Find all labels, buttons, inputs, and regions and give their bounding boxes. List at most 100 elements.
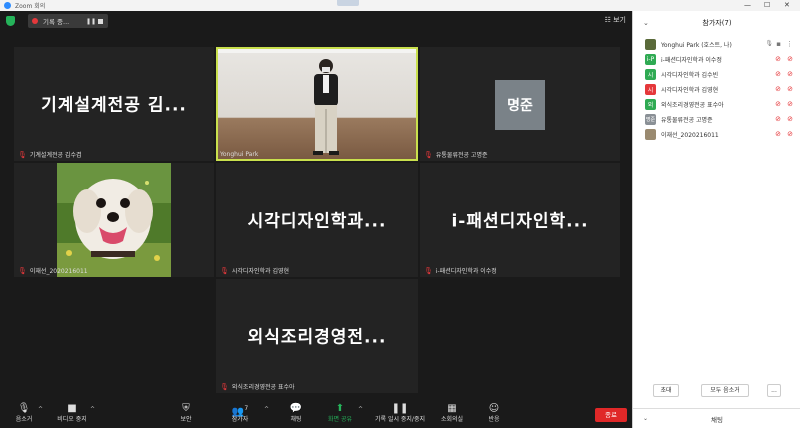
mic-muted-icon: 🎙	[424, 150, 433, 159]
dog-photo	[57, 163, 171, 277]
participant-name: 유통물류전공 고명준	[661, 117, 713, 124]
chat-bubble-icon: 💬	[289, 403, 303, 414]
participant-name-display: i-패션디자인학...	[451, 211, 589, 232]
video-camera-icon: ■	[67, 403, 77, 414]
smiley-icon: ☺	[488, 403, 500, 414]
maximize-button[interactable]: ☐	[764, 1, 770, 9]
record-label: 기록 일시 중지/중지	[375, 416, 425, 423]
tile-label-text: Yonghui Park	[220, 151, 259, 158]
zoom-logo-icon	[4, 2, 11, 9]
mic-muted-icon: 🎙	[18, 150, 27, 159]
share-indicator-tab[interactable]	[337, 0, 359, 6]
microphone-icon[interactable]: 🎙	[765, 40, 773, 47]
reactions-button[interactable]: ☺ 반응	[474, 403, 514, 427]
tile-label-text: 기계설계전공 김수겸	[29, 152, 82, 159]
mute-all-button[interactable]: 모두 음소거	[701, 384, 749, 397]
mic-muted-icon[interactable]: ⊘	[775, 115, 781, 123]
participant-row[interactable]: 외 외식조리경영전공 표수아 ⊘ ⊘	[633, 97, 800, 112]
invite-button[interactable]: 초대	[653, 384, 679, 397]
participant-name: 외식조리경영전공 표수아	[661, 102, 724, 109]
record-pause-stop-button[interactable]: ❚❚ 기록 일시 중지/중지	[372, 403, 428, 427]
video-off-icon[interactable]: ⊘	[787, 70, 793, 78]
mic-muted-icon[interactable]: ⊘	[775, 70, 781, 78]
end-meeting-button[interactable]: 종료	[595, 408, 627, 422]
participants-icon: 👥7	[231, 405, 249, 418]
grid-icon: ▦	[447, 403, 457, 414]
participants-button[interactable]: 👥7 참가자	[220, 403, 260, 427]
participant-row[interactable]: i-P i-패션디자인학과 이수정 ⊘ ⊘	[633, 52, 800, 67]
video-tile[interactable]: 🎙 이재선_2020216011	[14, 163, 214, 277]
video-tile[interactable]: 기계설계전공 김... 🎙 기계설계전공 김수겸	[14, 47, 214, 161]
video-camera-icon[interactable]: ▪	[776, 40, 781, 48]
video-tile[interactable]: 명준 🎙 유통물류전공 고명준	[420, 47, 620, 161]
video-off-icon[interactable]: ⊘	[787, 100, 793, 108]
chat-section-header[interactable]: ⌄ 채팅	[633, 408, 800, 428]
recording-label: 기록 중...	[43, 18, 70, 26]
participant-name: 이재선_2020216011	[661, 132, 719, 139]
participant-avatar: i-P	[645, 54, 656, 65]
video-tile-active-speaker[interactable]: Yonghui Park	[216, 47, 418, 161]
participants-count: 7	[244, 405, 249, 412]
panel-header: ⌄ 참가자(7)	[633, 11, 800, 35]
presenter-video	[218, 49, 416, 159]
video-tile[interactable]: i-패션디자인학... 🎙 i-패션디자인학과 이수정	[420, 163, 620, 277]
close-button[interactable]: ✕	[784, 1, 790, 9]
recording-indicator: 기록 중... ❚❚	[28, 14, 108, 28]
view-button[interactable]: ☷ 보기	[605, 15, 626, 25]
mic-muted-icon: 🎙	[424, 266, 433, 275]
video-off-icon[interactable]: ⊘	[787, 55, 793, 63]
share-screen-icon: ⬆	[335, 403, 345, 414]
chat-button[interactable]: 💬 채팅	[276, 403, 316, 427]
participant-row[interactable]: 이재선_2020216011 ⊘ ⊘	[633, 127, 800, 142]
security-button[interactable]: ⛨ 보안	[166, 403, 206, 427]
breakout-rooms-label: 소회의실	[440, 416, 464, 423]
minimize-button[interactable]: —	[744, 1, 751, 9]
participant-name: 시각디자인학과 김수빈	[661, 72, 719, 79]
participant-row[interactable]: 시 시각디자인학과 김영현 ⊘ ⊘	[633, 82, 800, 97]
security-label: 보안	[180, 416, 192, 423]
more-options-icon[interactable]: ⋮	[786, 40, 793, 48]
tile-label-text: i-패션디자인학과 이수정	[435, 268, 497, 275]
participant-list: Yonghui Park (호스트, 나) 🎙 ▪ ⋮ i-P i-패션디자인학…	[633, 37, 800, 142]
video-tile[interactable]: 외식조리경영전... 🎙 외식조리경영전공 표수아	[216, 279, 418, 393]
participant-row[interactable]: 명준 유통물류전공 고명준 ⊘ ⊘	[633, 112, 800, 127]
participant-avatar: 외	[645, 99, 656, 110]
video-off-icon[interactable]: ⊘	[787, 130, 793, 138]
video-off-icon[interactable]: ⊘	[787, 115, 793, 123]
participants-panel: ⌄ 참가자(7) Yonghui Park (호스트, 나) 🎙 ▪ ⋮ i-P…	[632, 11, 800, 428]
participant-avatar	[645, 39, 656, 50]
shield-icon[interactable]	[6, 16, 15, 26]
video-options-caret[interactable]: ^	[90, 406, 95, 413]
stop-recording-icon[interactable]	[98, 19, 103, 24]
stop-video-button[interactable]: ■ 비디오 중지	[52, 403, 92, 427]
shield-icon: ⛨	[182, 403, 190, 414]
collapse-chevron-icon[interactable]: ⌄	[643, 19, 649, 27]
mic-muted-icon[interactable]: ⊘	[775, 130, 781, 138]
video-off-icon[interactable]: ⊘	[787, 85, 793, 93]
mic-muted-icon[interactable]: ⊘	[775, 85, 781, 93]
tile-label: 🎙 이재선_2020216011	[18, 266, 88, 276]
participant-name-display: 시각디자인학과...	[247, 211, 387, 232]
participant-row[interactable]: Yonghui Park (호스트, 나) 🎙 ▪ ⋮	[633, 37, 800, 52]
breakout-rooms-button[interactable]: ▦ 소회의실	[432, 403, 472, 427]
participants-label: 참가자	[231, 416, 249, 423]
participant-name-display: 외식조리경영전...	[247, 327, 387, 348]
audio-options-caret[interactable]: ^	[38, 406, 43, 413]
expand-chevron-icon[interactable]: ⌄	[643, 415, 648, 422]
share-screen-label: 화면 공유	[328, 416, 352, 423]
tile-label: 🎙 외식조리경영전공 표수아	[220, 382, 295, 392]
participant-row[interactable]: 시 시각디자인학과 김수빈 ⊘ ⊘	[633, 67, 800, 82]
more-button[interactable]: ...	[767, 384, 781, 397]
meeting-toolbar: 🎙 음소거 ^ ■ 비디오 중지 ^ ⛨ 보안 👥7 참가자 ^ 💬 채팅 ⬆ …	[0, 400, 632, 428]
video-tile[interactable]: 시각디자인학과... 🎙 시각디자인학과 김영현	[216, 163, 418, 277]
participant-avatar: 명준	[495, 80, 545, 130]
participants-options-caret[interactable]: ^	[264, 406, 269, 413]
pause-recording-icon[interactable]: ❚❚	[86, 18, 96, 25]
share-options-caret[interactable]: ^	[358, 406, 363, 413]
mic-muted-icon[interactable]: ⊘	[775, 55, 781, 63]
participant-name: Yonghui Park (호스트, 나)	[661, 42, 732, 49]
share-screen-button[interactable]: ⬆ 화면 공유	[320, 403, 360, 427]
tile-label: 🎙 유통물류전공 고명준	[424, 150, 487, 160]
tile-label: 🎙 기계설계전공 김수겸	[18, 150, 82, 160]
mic-muted-icon[interactable]: ⊘	[775, 100, 781, 108]
